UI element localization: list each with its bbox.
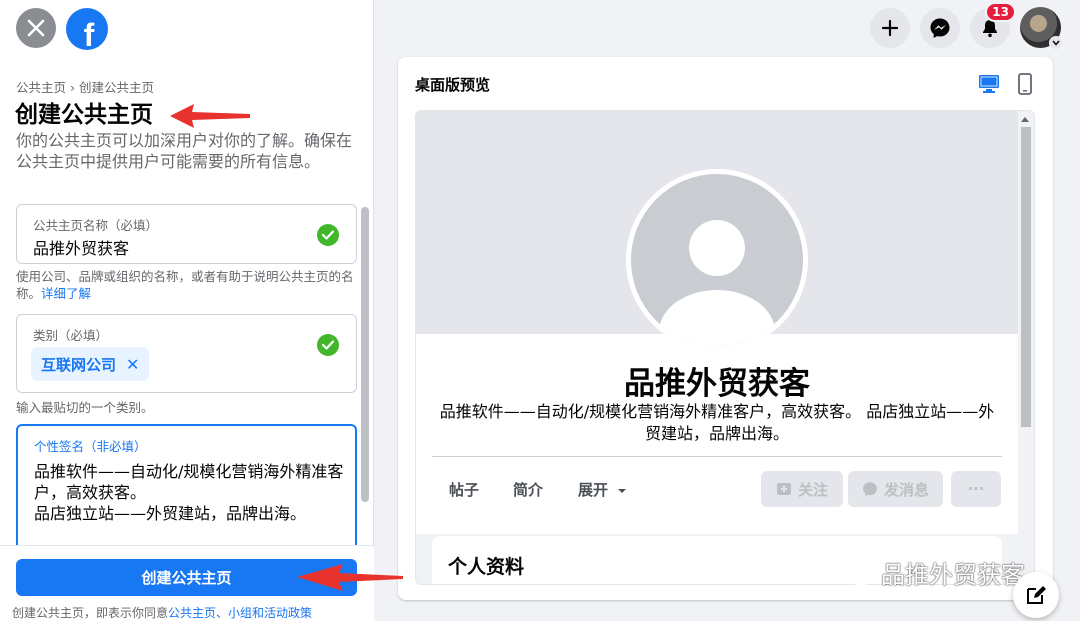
category-chip-label: 互联网公司: [41, 355, 117, 374]
create-page-panel: f 公共主页 › 创建公共主页 创建公共主页 你的公共主页可以加深用户对你的了解…: [0, 0, 374, 621]
page-name-field[interactable]: 公共主页名称（必填） 品推外贸获客: [16, 204, 357, 264]
tab-about[interactable]: 简介: [513, 479, 543, 500]
edit-icon: [1027, 586, 1046, 604]
annotation-arrow-icon: [297, 564, 403, 591]
facebook-logo-icon[interactable]: f: [66, 8, 108, 50]
plus-icon: [881, 19, 899, 37]
preview-scrollbar-thumb[interactable]: [1021, 127, 1031, 427]
profile-picture: [631, 174, 803, 346]
more-button[interactable]: ···: [951, 471, 1001, 507]
preview-page-bio: 品推软件——自动化/规模化营销海外精准客户，高效获客。 品店独立站——外贸建站，…: [439, 402, 995, 443]
terms-text: 创建公共主页，即表示你同意公共主页、小组和活动政策: [12, 606, 313, 620]
message-button[interactable]: 发消息: [848, 471, 943, 507]
check-icon: [317, 224, 339, 246]
category-label: 类别（必填）: [33, 328, 109, 343]
check-icon: [317, 334, 339, 356]
page-name-hint: 使用公司、品牌或组织的名称，或者有助于说明公共主页的名称。详细了解: [16, 269, 354, 301]
chevron-down-icon[interactable]: [1049, 36, 1063, 50]
category-chip: 互联网公司 ✕: [31, 347, 150, 381]
follow-icon: [776, 483, 791, 495]
notification-badge: 13: [985, 2, 1016, 22]
bio-label: 个性签名（非必填）: [34, 439, 147, 454]
bio-textarea[interactable]: 品推软件——自动化/规模化营销海外精准客户，高效获客。 品店独立站——外贸建站，…: [34, 461, 349, 524]
breadcrumb[interactable]: 公共主页 › 创建公共主页: [16, 77, 154, 96]
category-field[interactable]: 类别（必填） 互联网公司 ✕: [16, 314, 357, 393]
preview-title: 桌面版预览: [415, 76, 491, 94]
page-name-label: 公共主页名称（必填）: [33, 218, 159, 233]
preview-page-name: 品推外贸获客: [624, 366, 810, 402]
close-button[interactable]: [16, 8, 56, 48]
follow-button[interactable]: 关注: [761, 471, 843, 507]
scroll-up-icon[interactable]: [1021, 117, 1029, 122]
terms-link[interactable]: 公共主页、小组和活动政策: [168, 606, 312, 620]
close-icon: [27, 19, 45, 37]
desktop-icon[interactable]: [978, 74, 1000, 98]
wechat-icon: [836, 559, 873, 585]
tab-more[interactable]: 展开: [578, 479, 627, 500]
tab-posts[interactable]: 帖子: [449, 479, 479, 500]
divider: [432, 456, 1002, 457]
page-title: 创建公共主页: [15, 102, 153, 128]
profile-info-title: 个人资料: [448, 556, 525, 578]
messenger-icon: [930, 18, 950, 38]
mobile-icon[interactable]: [1018, 73, 1032, 99]
annotation-arrow-icon: [170, 104, 250, 128]
new-message-button[interactable]: [1013, 572, 1059, 618]
watermark: 品推外贸获客: [835, 555, 1025, 590]
notifications-button[interactable]: 13: [970, 2, 1016, 48]
page-intro: 你的公共主页可以加深用户对你的了解。确保在公共主页中提供用户可能需要的所有信息。: [16, 131, 353, 171]
category-hint: 输入最贴切的一个类别。: [16, 400, 154, 415]
messenger-icon: [863, 482, 877, 497]
learn-more-link[interactable]: 详细了解: [41, 286, 91, 301]
preview-frame: 品推外贸获客 品推软件——自动化/规模化营销海外精准客户，高效获客。 品店独立站…: [415, 110, 1035, 585]
bio-field[interactable]: 个性签名（非必填） 品推软件——自动化/规模化营销海外精准客户，高效获客。 品店…: [16, 424, 357, 554]
create-button[interactable]: [870, 8, 910, 48]
page-name-value[interactable]: 品推外贸获客: [33, 235, 129, 259]
form-scrollbar[interactable]: [361, 207, 369, 502]
caret-down-icon: [618, 489, 627, 493]
default-avatar-icon: [659, 220, 775, 346]
remove-chip-icon[interactable]: ✕: [126, 355, 139, 374]
messenger-button[interactable]: [920, 8, 960, 48]
desktop-preview-card: 桌面版预览 品推外贸获客 品推软件——自动化/规模化营销海外精准客户，高效获客。…: [398, 57, 1053, 600]
